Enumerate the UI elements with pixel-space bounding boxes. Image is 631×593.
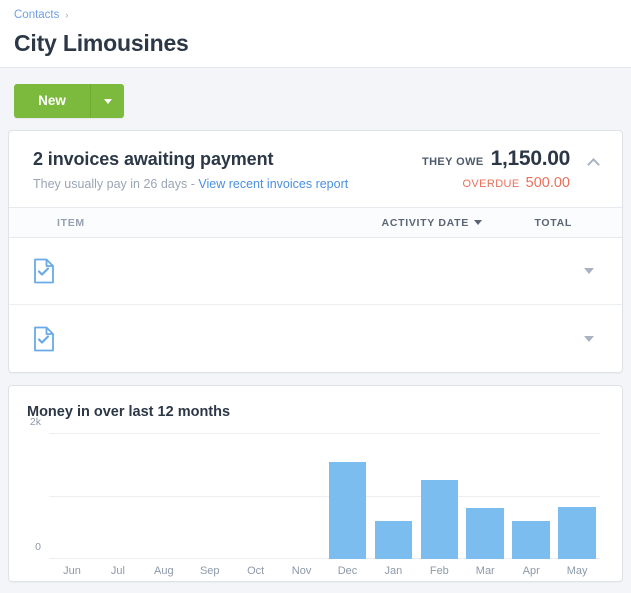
chart-x-tick-label: Jun — [49, 565, 95, 577]
chart-x-tick-label: Aug — [141, 565, 187, 577]
chart-x-tick-label: Apr — [508, 565, 554, 577]
caret-down-icon — [584, 336, 594, 342]
table-row[interactable] — [9, 238, 622, 305]
chart-bar-cell — [325, 434, 371, 559]
chart-bar-cell — [370, 434, 416, 559]
payment-habit-text: They usually pay in 26 days - — [33, 177, 198, 191]
chart-y-tick-label: 2k — [30, 416, 41, 428]
chart-x-tick-label: Jul — [95, 565, 141, 577]
table-row-menu-button[interactable] — [572, 336, 606, 342]
invoices-table-header: ITEM ACTIVITY DATE TOTAL — [9, 207, 622, 238]
action-bar: New — [0, 68, 631, 130]
breadcrumb-separator-icon: › — [65, 7, 68, 23]
invoices-summary-title: 2 invoices awaiting payment — [33, 147, 422, 171]
chart-bar-cell — [462, 434, 508, 559]
chart-x-tick-label: Jan — [370, 565, 416, 577]
chart-x-tick-label: Sep — [187, 565, 233, 577]
chart-x-tick-label: Nov — [279, 565, 325, 577]
chart-bar-cell — [141, 434, 187, 559]
invoice-check-icon — [33, 258, 57, 284]
chart-bar[interactable] — [558, 507, 596, 560]
chart-bar-cell — [187, 434, 233, 559]
chart-x-tick-label: Dec — [325, 565, 371, 577]
chart-bar-cell — [416, 434, 462, 559]
invoices-summary-header: 2 invoices awaiting payment They usually… — [9, 131, 622, 207]
chart-bar-cell — [279, 434, 325, 559]
column-header-item[interactable]: ITEM — [33, 217, 312, 229]
chart-x-tick-label: Mar — [462, 565, 508, 577]
overdue-row: OVERDUE 500.00 — [422, 175, 570, 191]
view-recent-invoices-report-link[interactable]: View recent invoices report — [198, 177, 348, 191]
column-header-total[interactable]: TOTAL — [482, 217, 572, 229]
breadcrumb-link-contacts[interactable]: Contacts — [14, 7, 59, 23]
they-owe-row: THEY OWE 1,150.00 — [422, 147, 570, 171]
chart-y-tick-label: 0 — [35, 541, 41, 553]
chart-bar[interactable] — [421, 480, 459, 559]
chart-bar-cell — [49, 434, 95, 559]
invoices-awaiting-payment-panel: 2 invoices awaiting payment They usually… — [8, 130, 623, 373]
column-header-activity-date[interactable]: ACTIVITY DATE — [312, 217, 482, 229]
new-button-dropdown[interactable] — [90, 84, 124, 118]
chart-bar[interactable] — [329, 462, 367, 560]
table-row[interactable] — [9, 305, 622, 372]
invoices-summary-left: 2 invoices awaiting payment They usually… — [33, 147, 422, 193]
money-in-chart: Money in over last 12 months 02k JunJulA… — [9, 386, 622, 581]
chart-bars — [49, 434, 600, 559]
money-in-chart-panel: Money in over last 12 months 02k JunJulA… — [8, 385, 623, 582]
caret-down-icon — [474, 220, 482, 225]
table-row-main — [57, 270, 312, 273]
collapse-panel-button[interactable] — [580, 149, 606, 175]
invoices-summary-amounts: THEY OWE 1,150.00 OVERDUE 500.00 — [422, 147, 574, 191]
chart-x-tick-label: Oct — [233, 565, 279, 577]
chart-bar[interactable] — [512, 521, 550, 559]
overdue-label: OVERDUE — [462, 178, 519, 190]
chart-bar-cell — [233, 434, 279, 559]
chart-title: Money in over last 12 months — [27, 402, 604, 422]
they-owe-label: THEY OWE — [422, 156, 484, 168]
invoices-summary-subtitle: They usually pay in 26 days - View recen… — [33, 176, 422, 193]
chart-plot-area: 02k — [49, 434, 600, 559]
chart-bar[interactable] — [375, 521, 413, 559]
table-row-menu-button[interactable] — [572, 268, 606, 274]
they-owe-amount: 1,150.00 — [491, 147, 570, 171]
overdue-amount: 500.00 — [526, 175, 570, 191]
chevron-down-icon — [104, 99, 112, 104]
page-title: City Limousines — [14, 29, 617, 57]
table-row-main — [57, 337, 312, 340]
chevron-up-icon — [587, 158, 600, 171]
chart-bar[interactable] — [466, 508, 504, 559]
new-button[interactable]: New — [14, 84, 90, 118]
chart-x-tick-label: May — [554, 565, 600, 577]
chart-x-axis-labels: JunJulAugSepOctNovDecJanFebMarAprMay — [49, 559, 600, 577]
invoice-check-icon — [33, 326, 57, 352]
new-button-group: New — [14, 84, 124, 118]
chart-x-tick-label: Feb — [416, 565, 462, 577]
chart-bar-cell — [554, 434, 600, 559]
breadcrumb: Contacts › — [14, 7, 617, 23]
column-header-activity-date-label: ACTIVITY DATE — [382, 217, 469, 229]
chart-bar-cell — [95, 434, 141, 559]
page-header: Contacts › City Limousines — [0, 0, 631, 68]
invoices-table-body — [9, 238, 622, 372]
caret-down-icon — [584, 268, 594, 274]
chart-bar-cell — [508, 434, 554, 559]
